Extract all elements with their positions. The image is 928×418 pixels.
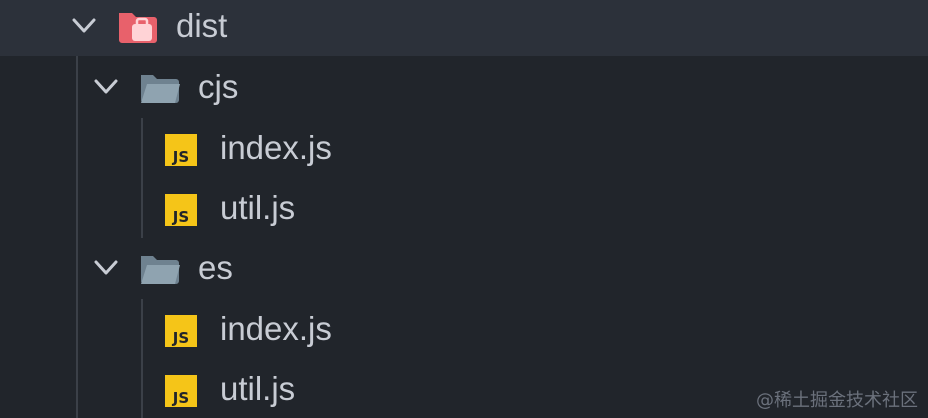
folder-open-icon (138, 246, 182, 290)
tree-row-file[interactable]: JS index.js (0, 299, 928, 359)
svg-text:JS: JS (172, 208, 189, 226)
file-label: util.js (220, 189, 296, 226)
tree-row-es[interactable]: es (0, 238, 928, 298)
file-label: util.js (220, 370, 296, 407)
file-explorer-tree: dist cjs JS index.js JS util.js es JS in… (0, 0, 928, 418)
watermark: @稀土掘金技术社区 (756, 390, 918, 411)
tree-row-file[interactable]: JS index.js (0, 118, 928, 178)
tree-row-cjs[interactable]: cjs (0, 57, 928, 117)
folder-dist-open-icon (116, 4, 160, 48)
svg-text:JS: JS (172, 329, 189, 347)
svg-text:JS: JS (172, 148, 189, 166)
chevron-down-icon[interactable] (66, 8, 102, 44)
svg-text:JS: JS (172, 389, 189, 407)
javascript-file-icon: JS (160, 126, 204, 170)
tree-row-file[interactable]: JS util.js (0, 178, 928, 238)
javascript-file-icon: JS (160, 367, 204, 411)
folder-label-dist: dist (176, 7, 228, 44)
folder-open-icon (138, 65, 182, 109)
javascript-file-icon: JS (160, 307, 204, 351)
tree-row-dist[interactable]: dist (0, 0, 928, 56)
folder-label-cjs: cjs (198, 68, 239, 105)
javascript-file-icon: JS (160, 186, 204, 230)
file-label: index.js (220, 310, 332, 347)
chevron-down-icon[interactable] (88, 69, 124, 105)
file-label: index.js (220, 129, 332, 166)
chevron-down-icon[interactable] (88, 250, 124, 286)
folder-label-es: es (198, 249, 233, 286)
